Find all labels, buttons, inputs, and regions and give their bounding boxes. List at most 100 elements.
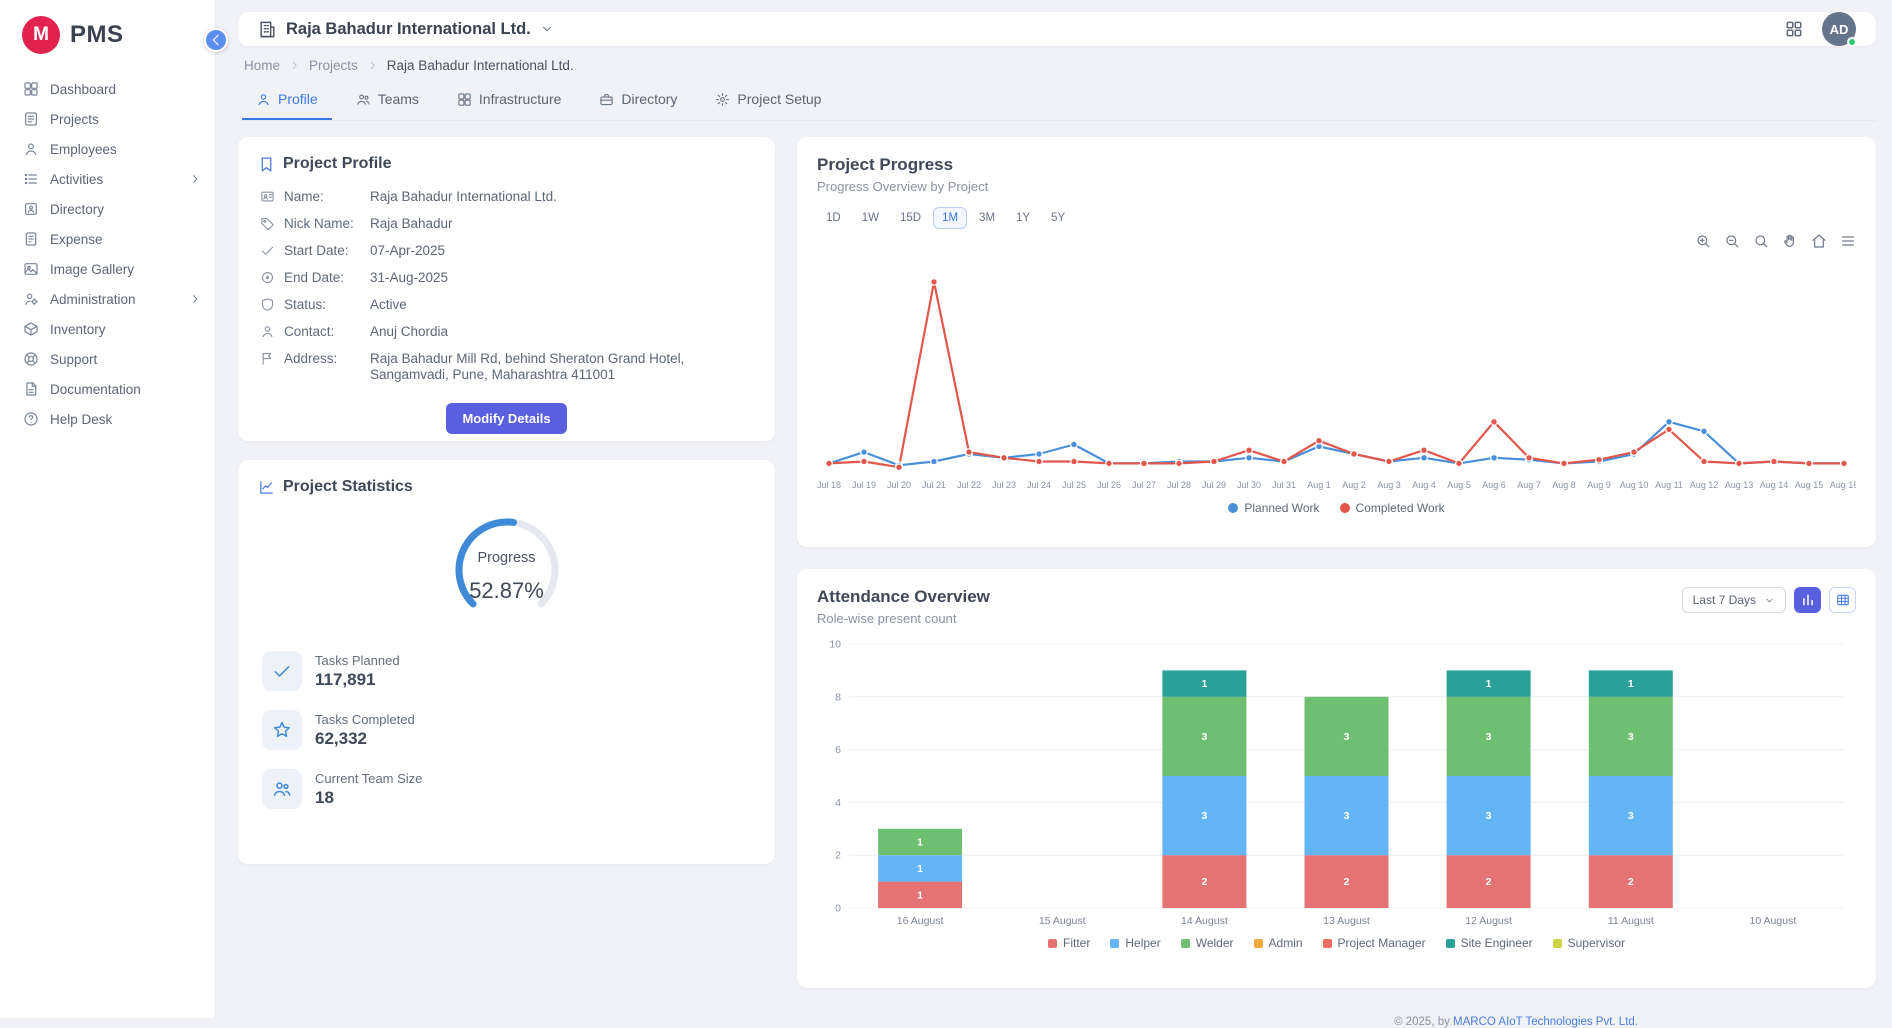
range-button-1m[interactable]: 1M	[933, 207, 967, 229]
data-point[interactable]	[1141, 460, 1148, 467]
apps-grid-icon[interactable]	[1784, 19, 1804, 39]
data-point[interactable]	[1561, 460, 1568, 467]
data-point[interactable]	[1771, 458, 1778, 465]
range-button-1y[interactable]: 1Y	[1007, 207, 1039, 229]
range-button-1w[interactable]: 1W	[853, 207, 888, 229]
avatar[interactable]: AD	[1822, 12, 1856, 46]
data-point[interactable]	[1036, 458, 1043, 465]
range-button-3m[interactable]: 3M	[970, 207, 1004, 229]
data-point[interactable]	[1071, 458, 1078, 465]
sidebar-item-documentation[interactable]: Documentation	[0, 374, 215, 404]
reset-zoom-home-icon[interactable]	[1811, 233, 1827, 251]
svg-text:Aug 5: Aug 5	[1447, 480, 1471, 490]
sidebar-item-dashboard[interactable]: Dashboard	[0, 74, 215, 104]
data-point[interactable]	[1316, 437, 1323, 444]
sidebar-item-activities[interactable]: Activities	[0, 164, 215, 194]
data-point[interactable]	[1736, 460, 1743, 467]
breadcrumb-item-projects[interactable]: Projects	[309, 58, 358, 73]
logo[interactable]: M PMS	[0, 0, 215, 74]
svg-text:Jul 22: Jul 22	[957, 480, 981, 490]
data-point[interactable]	[861, 449, 868, 456]
data-point[interactable]	[1246, 447, 1253, 454]
attendance-range-select[interactable]: Last 7 Days	[1682, 587, 1786, 613]
data-point[interactable]	[1806, 460, 1813, 467]
legend-item-helper[interactable]: Helper	[1110, 936, 1160, 950]
line-chart-svg: Jul 18Jul 19Jul 20Jul 21Jul 22Jul 23Jul …	[817, 253, 1856, 497]
legend-item-site-engineer[interactable]: Site Engineer	[1446, 936, 1533, 950]
sidebar-item-expense[interactable]: Expense	[0, 224, 215, 254]
range-button-1d[interactable]: 1D	[817, 207, 850, 229]
data-point[interactable]	[1666, 419, 1673, 426]
data-point[interactable]	[1666, 426, 1673, 433]
sidebar-collapse-button[interactable]	[204, 28, 228, 52]
data-point[interactable]	[1176, 460, 1183, 467]
breadcrumb-item-home[interactable]: Home	[244, 58, 280, 73]
sidebar-item-support[interactable]: Support	[0, 344, 215, 374]
data-point[interactable]	[1631, 449, 1638, 456]
data-point[interactable]	[1211, 458, 1218, 465]
data-point[interactable]	[1071, 441, 1078, 448]
data-point[interactable]	[861, 458, 868, 465]
sidebar-item-inventory[interactable]: Inventory	[0, 314, 215, 344]
data-point[interactable]	[1001, 455, 1008, 462]
data-point[interactable]	[1526, 455, 1533, 462]
pan-icon[interactable]	[1782, 233, 1798, 251]
table-view-toggle[interactable]	[1829, 587, 1856, 613]
range-button-15d[interactable]: 15D	[891, 207, 930, 229]
modify-details-button[interactable]: Modify Details	[446, 403, 566, 434]
data-point[interactable]	[1491, 455, 1498, 462]
legend-item-supervisor[interactable]: Supervisor	[1553, 936, 1625, 950]
sidebar-item-directory[interactable]: Directory	[0, 194, 215, 224]
tab-profile[interactable]: Profile	[242, 82, 332, 120]
data-point[interactable]	[1456, 460, 1463, 467]
data-point[interactable]	[1246, 455, 1253, 462]
sidebar-item-help-desk[interactable]: Help Desk	[0, 404, 215, 434]
sidebar-item-administration[interactable]: Administration	[0, 284, 215, 314]
profile-field-address: Address:Raja Bahadur Mill Rd, behind She…	[258, 345, 755, 388]
data-point[interactable]	[826, 460, 833, 467]
tab-project-setup[interactable]: Project Setup	[701, 82, 835, 120]
data-point[interactable]	[1281, 458, 1288, 465]
bar-view-toggle[interactable]	[1794, 587, 1821, 613]
legend-item-completed-work[interactable]: Completed Work	[1340, 501, 1445, 515]
tab-directory[interactable]: Directory	[585, 82, 691, 120]
svg-text:10 August: 10 August	[1750, 915, 1797, 927]
range-button-5y[interactable]: 5Y	[1042, 207, 1074, 229]
chart-menu-icon[interactable]	[1840, 233, 1856, 251]
legend-item-project-manager[interactable]: Project Manager	[1323, 936, 1426, 950]
data-point[interactable]	[1701, 428, 1708, 435]
data-point[interactable]	[1036, 451, 1043, 458]
legend-item-admin[interactable]: Admin	[1254, 936, 1303, 950]
selection-zoom-icon[interactable]	[1753, 233, 1769, 251]
data-point[interactable]	[1841, 460, 1848, 467]
field-label: Start Date:	[284, 243, 370, 259]
data-point[interactable]	[1421, 447, 1428, 454]
data-point[interactable]	[1106, 460, 1113, 467]
svg-text:Aug 1: Aug 1	[1307, 480, 1331, 490]
data-point[interactable]	[931, 458, 938, 465]
data-point[interactable]	[1491, 419, 1498, 426]
project-progress-line-chart: Jul 18Jul 19Jul 20Jul 21Jul 22Jul 23Jul …	[817, 253, 1856, 497]
zoom-in-icon[interactable]	[1695, 233, 1711, 251]
data-point[interactable]	[1351, 451, 1358, 458]
data-point[interactable]	[966, 449, 973, 456]
tab-teams[interactable]: Teams	[342, 82, 433, 120]
sidebar-item-employees[interactable]: Employees	[0, 134, 215, 164]
data-point[interactable]	[896, 464, 903, 471]
data-point[interactable]	[1701, 458, 1708, 465]
directory-tab-icon	[599, 92, 614, 107]
data-point[interactable]	[1386, 458, 1393, 465]
field-label: Contact:	[284, 324, 370, 340]
data-point[interactable]	[1596, 456, 1603, 463]
data-point[interactable]	[931, 279, 938, 286]
sidebar-item-projects[interactable]: Projects	[0, 104, 215, 134]
sidebar-item-image-gallery[interactable]: Image Gallery	[0, 254, 215, 284]
legend-item-fitter[interactable]: Fitter	[1048, 936, 1090, 950]
zoom-out-icon[interactable]	[1724, 233, 1740, 251]
tab-infrastructure[interactable]: Infrastructure	[443, 82, 575, 120]
legend-item-planned-work[interactable]: Planned Work	[1228, 501, 1319, 515]
data-point[interactable]	[1421, 455, 1428, 462]
legend-item-welder[interactable]: Welder	[1181, 936, 1234, 950]
svg-text:3: 3	[1201, 731, 1207, 743]
company-selector[interactable]: Raja Bahadur International Ltd.	[258, 20, 554, 39]
